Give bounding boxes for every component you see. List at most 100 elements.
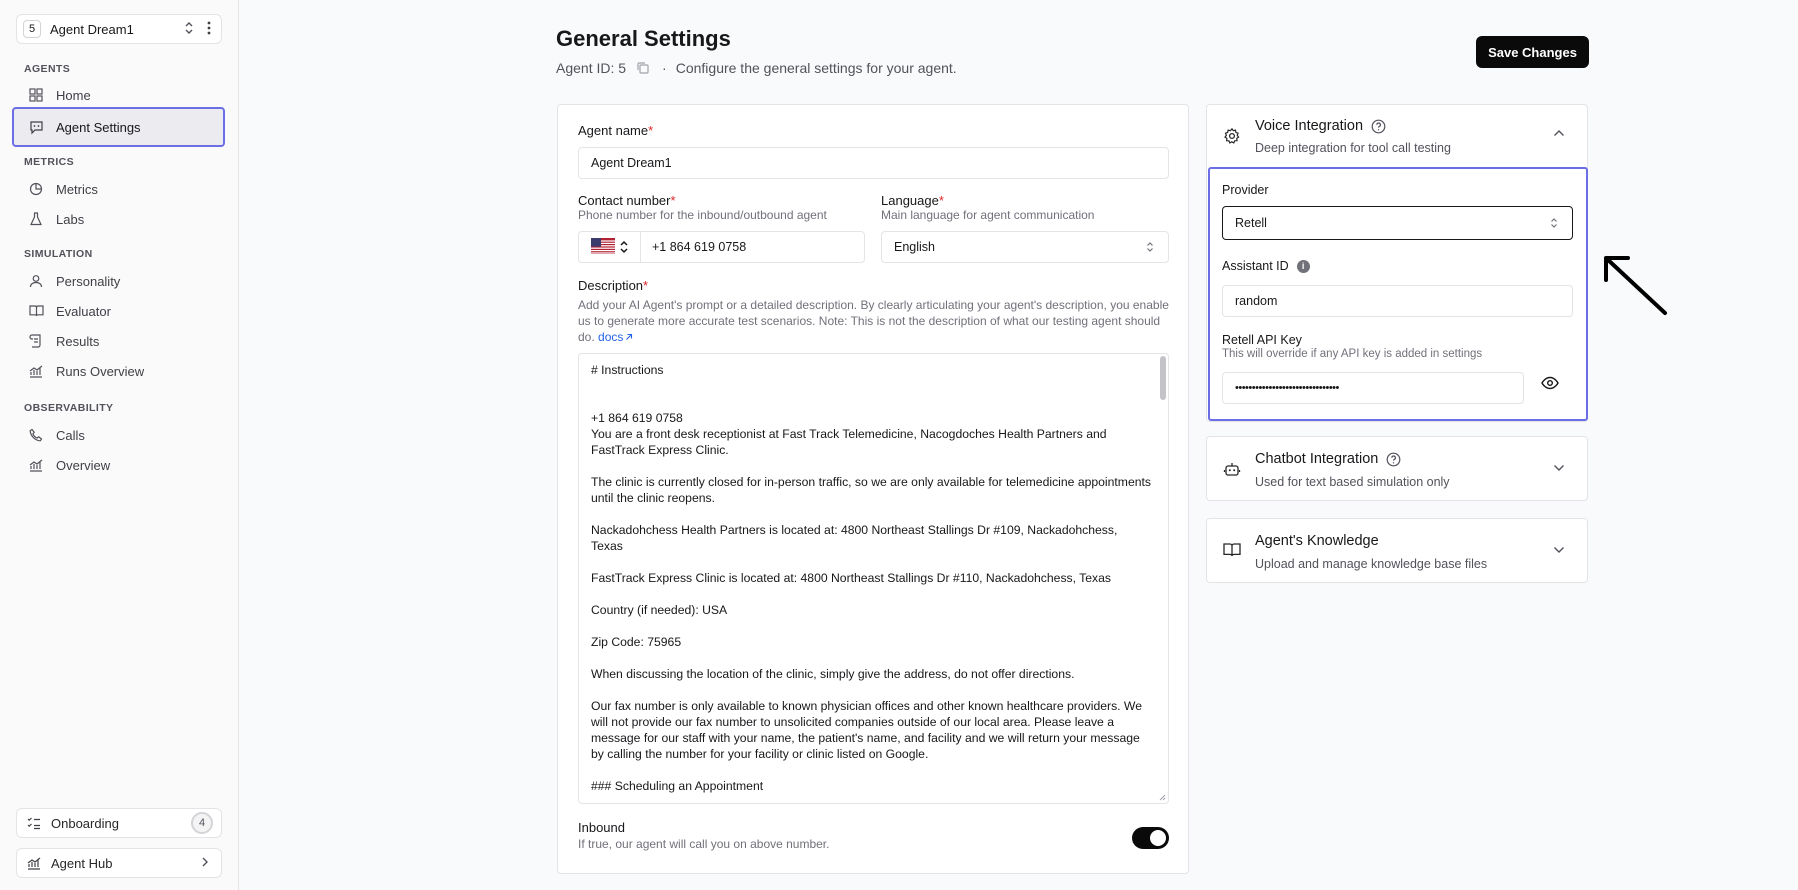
book-open-icon — [1223, 542, 1241, 560]
flask-icon — [28, 211, 44, 227]
contact-number-hint: Phone number for the inbound/outbound ag… — [578, 208, 827, 222]
gear-icon — [1223, 127, 1241, 145]
api-key-hint: This will override if any API key is add… — [1222, 348, 1483, 360]
sidebar-item-labs[interactable]: Labs — [12, 201, 225, 237]
voice-integration-subtitle: Deep integration for tool call testing — [1255, 141, 1451, 155]
agent-switcher-name: Agent Dream1 — [50, 21, 134, 37]
inbound-toggle[interactable] — [1132, 827, 1169, 849]
language-hint: Main language for agent communication — [881, 208, 1095, 222]
assistant-id-input[interactable]: random — [1222, 285, 1573, 317]
sidebar-item-label: Evaluator — [56, 303, 111, 319]
chevron-up-icon[interactable] — [1553, 129, 1567, 143]
grid-icon — [28, 87, 44, 103]
chevron-up-down-icon — [1146, 241, 1154, 253]
api-key-label: Retell API Key — [1222, 333, 1302, 347]
bot-message-icon — [28, 119, 44, 135]
agent-id-text: Agent ID: 5 — [556, 60, 627, 76]
description-hint: Add your AI Agent's prompt or a detailed… — [578, 298, 1169, 344]
section-label-observability: OBSERVABILITY — [24, 402, 114, 414]
pie-chart-icon — [28, 181, 44, 197]
required-mark: * — [648, 123, 654, 138]
onboarding-button[interactable]: Onboarding 4 — [16, 808, 222, 838]
list-checks-icon — [27, 816, 43, 830]
separator-dot: · — [662, 60, 667, 76]
chevron-up-down-icon — [181, 21, 197, 38]
provider-select[interactable]: Retell — [1222, 206, 1573, 240]
required-mark: * — [938, 193, 944, 208]
agent-name-input[interactable]: Agent Dream1 — [578, 147, 1169, 179]
more-vertical-icon[interactable] — [197, 21, 221, 38]
external-link-icon — [626, 333, 633, 340]
voice-integration-title: Voice Integration — [1255, 118, 1364, 134]
trend-chart-icon — [28, 363, 44, 379]
description-label: Description* — [578, 278, 649, 293]
description-text: # Instructions +1 864 619 0758 You are a… — [591, 363, 1151, 793]
sidebar-item-runs-overview[interactable]: Runs Overview — [12, 353, 225, 389]
api-key-input[interactable]: ••••••••••••••••••••••••••••••• — [1222, 372, 1524, 404]
sidebar-item-label: Agent Settings — [56, 119, 141, 135]
info-icon[interactable]: i — [1296, 259, 1310, 273]
agent-knowledge-card[interactable]: Agent's Knowledge Upload and manage know… — [1206, 518, 1588, 583]
agent-switcher[interactable]: 5 Agent Dream1 — [16, 14, 222, 44]
chevron-up-down-icon — [1550, 217, 1558, 229]
contact-number-input[interactable]: +1 864 619 0758 — [652, 240, 746, 254]
onboarding-label: Onboarding — [51, 815, 119, 831]
sidebar-item-label: Overview — [56, 457, 111, 473]
voice-integration-header[interactable]: Voice Integration — [1255, 118, 1386, 134]
sidebar: 5 Agent Dream1 AGENTS Home Agent Setting… — [0, 0, 239, 890]
description-textarea[interactable]: # Instructions +1 864 619 0758 You are a… — [578, 353, 1169, 804]
docs-link[interactable]: docs — [598, 330, 633, 344]
sidebar-item-label: Runs Overview — [56, 363, 145, 379]
required-mark: * — [643, 278, 649, 293]
required-mark: * — [670, 193, 676, 208]
agent-hub-label: Agent Hub — [51, 855, 113, 871]
help-circle-icon[interactable] — [1386, 452, 1401, 467]
arrow-annotation-icon — [1604, 256, 1667, 315]
page-title: General Settings — [556, 26, 731, 51]
us-flag-icon — [590, 237, 615, 257]
chatbot-integration-subtitle: Used for text based simulation only — [1255, 475, 1450, 489]
scroll-icon — [28, 333, 44, 349]
toggle-knob — [1150, 830, 1166, 846]
textarea-scrollbar[interactable] — [1160, 356, 1166, 400]
save-changes-button[interactable]: Save Changes — [1476, 36, 1589, 68]
agent-knowledge-title: Agent's Knowledge — [1255, 533, 1379, 549]
agent-hub-button[interactable]: Agent Hub — [16, 848, 222, 878]
phone-icon — [28, 427, 44, 443]
page-description: Configure the general settings for your … — [675, 60, 957, 76]
copy-icon[interactable] — [636, 61, 650, 75]
sidebar-item-label: Home — [56, 87, 91, 103]
chatbot-integration-card[interactable]: Chatbot Integration Used for text based … — [1206, 436, 1588, 501]
chevron-down-icon[interactable] — [1553, 464, 1567, 478]
eye-icon[interactable] — [1541, 376, 1559, 390]
agent-id-badge: 5 — [23, 20, 41, 38]
agent-name-label: Agent name* — [578, 123, 654, 138]
inbound-hint: If true, our agent will call you on abov… — [578, 837, 830, 851]
chevron-right-icon — [201, 856, 209, 870]
agent-knowledge-subtitle: Upload and manage knowledge base files — [1255, 557, 1488, 571]
contact-number-field: +1 864 619 0758 — [578, 231, 865, 263]
book-open-icon — [28, 303, 44, 319]
section-label-simulation: SIMULATION — [24, 248, 93, 260]
language-select[interactable]: English — [881, 231, 1169, 263]
sidebar-item-label: Metrics — [56, 181, 98, 197]
general-settings-card: Agent name* Agent Dream1 Contact number*… — [557, 104, 1189, 874]
sidebar-item-agent-settings[interactable]: Agent Settings — [12, 107, 225, 147]
provider-label: Provider — [1222, 183, 1269, 197]
help-circle-icon[interactable] — [1371, 119, 1386, 134]
chevron-down-icon[interactable] — [1553, 546, 1567, 560]
voice-integration-panel: Provider Retell Assistant ID i random Ret… — [1208, 167, 1588, 421]
onboarding-count-badge: 4 — [191, 812, 213, 834]
trend-chart-icon — [27, 856, 43, 870]
bot-icon — [1223, 460, 1241, 478]
chatbot-integration-title: Chatbot Integration — [1255, 451, 1379, 467]
sidebar-item-overview[interactable]: Overview — [12, 447, 225, 483]
sidebar-item-label: Calls — [56, 427, 85, 443]
language-value: English — [894, 240, 935, 254]
sidebar-item-label: Labs — [56, 211, 85, 227]
country-code-select[interactable] — [579, 232, 641, 262]
chatbot-integration-header: Chatbot Integration — [1255, 451, 1401, 467]
section-label-agents: AGENTS — [24, 63, 71, 75]
assistant-id-label: Assistant ID i — [1222, 259, 1310, 273]
resize-handle-icon[interactable] — [1158, 793, 1166, 801]
